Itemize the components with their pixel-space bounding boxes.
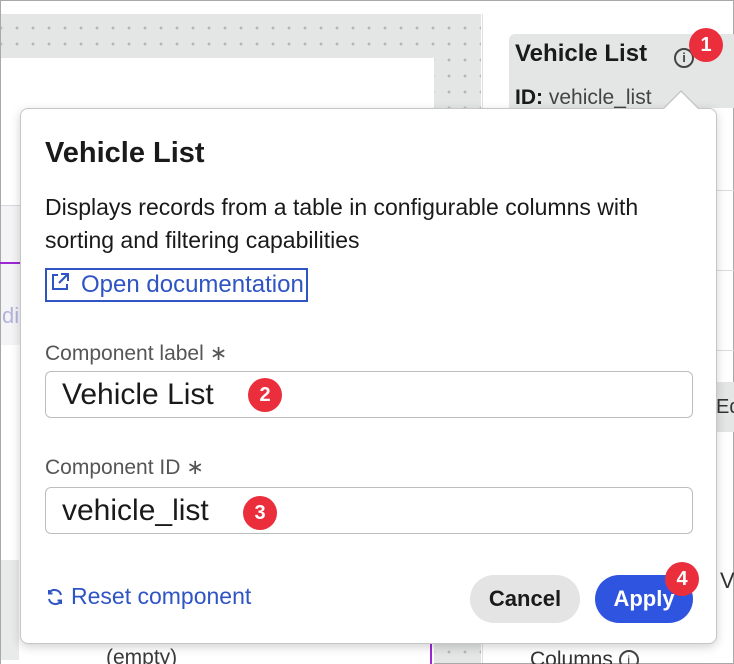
annotation-badge-3: 3: [243, 496, 277, 530]
refresh-icon: [45, 586, 67, 613]
panel-divider: [716, 270, 734, 271]
properties-id: ID: vehicle_list: [515, 86, 652, 110]
component-label-input[interactable]: [45, 371, 693, 418]
selection-outline: [0, 262, 22, 264]
annotation-badge-2: 2: [248, 378, 282, 412]
id-label: ID:: [515, 86, 543, 109]
annotation-badge-4: 4: [665, 562, 699, 596]
open-documentation-link[interactable]: Open documentation: [45, 268, 308, 302]
columns-section-label: Columns i: [530, 648, 639, 664]
panel-divider: [716, 190, 734, 191]
panel-divider: [716, 350, 734, 351]
required-asterisk: ∗: [186, 456, 205, 479]
annotation-badge-1: 1: [689, 28, 723, 62]
component-id-label: Component ID ∗: [45, 456, 205, 479]
canvas-ghost-text: di: [2, 303, 20, 328]
reset-component-link[interactable]: Reset component: [45, 583, 251, 613]
open-documentation-label: Open documentation: [81, 271, 304, 298]
reset-component-label: Reset component: [71, 583, 252, 609]
id-value: vehicle_list: [548, 86, 652, 109]
popover-arrow-inner: [664, 92, 698, 109]
cancel-button[interactable]: Cancel: [470, 575, 580, 623]
panel-input-fragment[interactable]: Ed: [716, 382, 734, 432]
columns-info-icon[interactable]: i: [618, 650, 639, 664]
component-id-input[interactable]: [45, 487, 693, 534]
popover-description: Displays records from a table in configu…: [45, 194, 639, 253]
component-label-label: Component label ∗: [45, 342, 228, 365]
required-asterisk: ∗: [209, 342, 228, 365]
component-info-popover: Vehicle List Displays records from a tab…: [20, 108, 717, 644]
popover-title: Vehicle List: [45, 137, 205, 169]
external-link-icon: [49, 271, 73, 300]
properties-title: Vehicle List: [515, 40, 648, 67]
canvas-gutter: [1, 560, 19, 660]
panel-text-fragment: V: [720, 568, 734, 593]
canvas-empty-text: (empty): [106, 646, 178, 664]
